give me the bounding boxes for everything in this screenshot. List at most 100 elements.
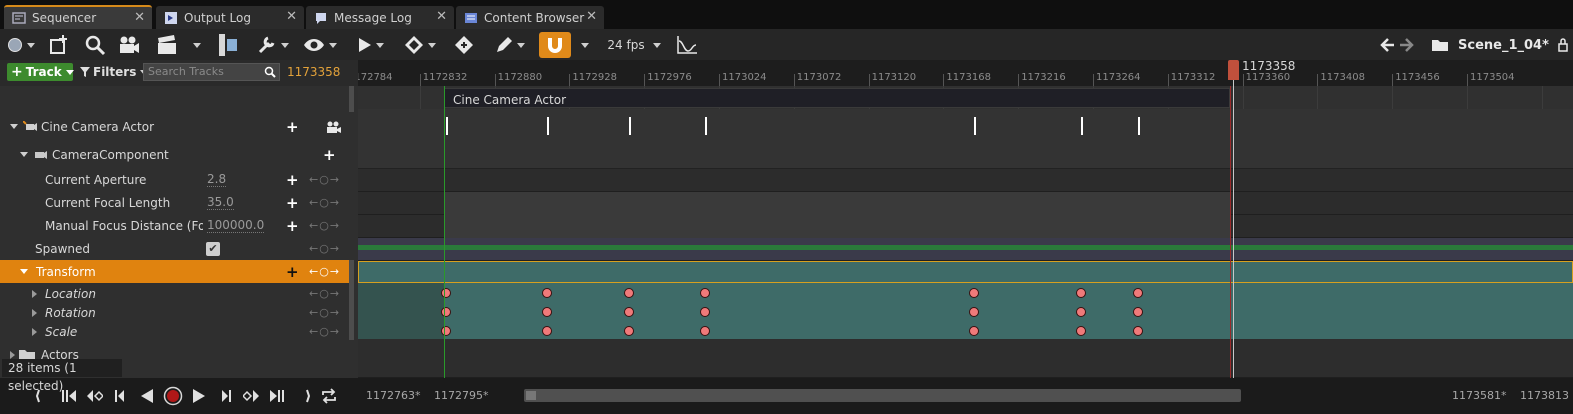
- render-movie-button[interactable]: [152, 32, 204, 58]
- browse-sequence-button[interactable]: [1430, 32, 1450, 58]
- sequence-breadcrumb[interactable]: Scene_1_04*: [1458, 32, 1549, 58]
- loop-button[interactable]: [316, 385, 342, 407]
- key-options-button[interactable]: [402, 32, 438, 58]
- tab-content-browser[interactable]: Content Browser ✕: [456, 6, 604, 29]
- camera-keyframe[interactable]: [547, 117, 549, 135]
- add-key-plus-icon[interactable]: +: [286, 194, 299, 212]
- save-button[interactable]: [46, 32, 72, 58]
- close-icon[interactable]: ✕: [586, 9, 597, 24]
- scrollbar-thumb[interactable]: [526, 391, 536, 400]
- timeline-scrollbar[interactable]: [524, 389, 1241, 402]
- spawned-bar[interactable]: [358, 245, 1573, 250]
- transform-keyframe[interactable]: [1133, 307, 1143, 317]
- play-button[interactable]: [186, 385, 212, 407]
- jump-to-end-button[interactable]: [290, 385, 316, 407]
- forward-button[interactable]: [1398, 32, 1416, 58]
- transform-keyframe[interactable]: [624, 326, 634, 336]
- transform-keyframe[interactable]: [1133, 326, 1143, 336]
- world-button[interactable]: [6, 32, 36, 58]
- camera-keyframe[interactable]: [1138, 117, 1140, 135]
- transform-keyframe[interactable]: [1076, 307, 1086, 317]
- find-in-browser-button[interactable]: [82, 32, 108, 58]
- close-icon[interactable]: ✕: [134, 10, 145, 25]
- transform-keyframe[interactable]: [969, 326, 979, 336]
- transform-section[interactable]: [358, 283, 1573, 339]
- track-camera-component[interactable]: CameraComponent +: [0, 143, 350, 166]
- curve-editor-button[interactable]: [674, 32, 700, 58]
- playback-start[interactable]: 1172795*: [434, 389, 489, 402]
- playhead-handle[interactable]: [1228, 60, 1239, 80]
- auto-key-button[interactable]: [452, 32, 476, 58]
- camera-keyframe[interactable]: [446, 117, 448, 135]
- camera-actor-section[interactable]: Cine Camera Actor: [444, 88, 1230, 108]
- focus-section[interactable]: [444, 215, 1230, 238]
- key-nav-icon[interactable]: ←○→: [309, 287, 340, 300]
- tab-output-log[interactable]: Output Log ✕: [156, 6, 304, 29]
- search-input[interactable]: Search Tracks: [143, 63, 280, 81]
- aperture-value[interactable]: 2.8: [207, 172, 227, 187]
- transform-keyframe[interactable]: [1076, 288, 1086, 298]
- camera-icon[interactable]: [326, 120, 342, 134]
- key-nav-icon[interactable]: ←○→: [309, 219, 340, 232]
- add-track-button[interactable]: + Track: [7, 63, 74, 81]
- track-scale[interactable]: Scale ←○→: [0, 320, 350, 343]
- add-track-plus-icon[interactable]: +: [286, 118, 299, 136]
- view-start[interactable]: 1172763*: [366, 389, 421, 402]
- track-current-aperture[interactable]: Current Aperture 2.8 + ←○→: [0, 168, 350, 191]
- next-key-button[interactable]: [238, 385, 264, 407]
- key-nav-icon[interactable]: ←○→: [309, 242, 340, 255]
- tab-message-log[interactable]: Message Log ✕: [306, 6, 454, 29]
- transform-keyframe[interactable]: [441, 288, 451, 298]
- time-ruler[interactable]: 1172784 1172832 1172880 1172928 1172976 11730…: [358, 60, 1573, 86]
- key-nav-icon[interactable]: ←○→: [309, 306, 340, 319]
- transform-keyframe[interactable]: [700, 307, 710, 317]
- prev-key-button[interactable]: [82, 385, 108, 407]
- transform-keyframe[interactable]: [700, 288, 710, 298]
- transform-keyframe[interactable]: [969, 307, 979, 317]
- outliner-scrollbar[interactable]: [349, 86, 354, 112]
- add-key-plus-icon[interactable]: +: [286, 171, 299, 189]
- key-nav-icon[interactable]: ←○→: [309, 196, 340, 209]
- track-current-focal-length[interactable]: Current Focal Length 35.0 + ←○→: [0, 191, 350, 214]
- playback-options-button[interactable]: [356, 32, 386, 58]
- tab-sequencer[interactable]: Sequencer ✕: [4, 5, 152, 29]
- transform-keyframe[interactable]: [969, 288, 979, 298]
- prev-frame-button[interactable]: [108, 385, 134, 407]
- track-transform[interactable]: Transform + ←○→: [0, 260, 350, 283]
- transform-keyframe[interactable]: [624, 307, 634, 317]
- focal-length-value[interactable]: 35.0: [207, 195, 234, 210]
- lock-button[interactable]: [1556, 32, 1570, 58]
- focal-section[interactable]: [444, 192, 1230, 215]
- spawned-checkbox[interactable]: ✔: [206, 242, 220, 256]
- close-icon[interactable]: ✕: [286, 9, 297, 24]
- tools-button[interactable]: [256, 32, 290, 58]
- transform-keyframe[interactable]: [542, 288, 552, 298]
- next-frame-button[interactable]: [212, 385, 238, 407]
- key-nav-icon[interactable]: ←○→: [309, 265, 340, 278]
- fps-select[interactable]: 24 fps: [606, 32, 662, 58]
- track-spawned[interactable]: Spawned ✔ ←○→: [0, 237, 350, 260]
- add-key-plus-icon[interactable]: +: [286, 217, 299, 235]
- add-track-plus-icon[interactable]: +: [323, 146, 336, 164]
- focus-distance-value[interactable]: 100000.0: [207, 218, 265, 233]
- playback-start-marker[interactable]: [444, 86, 445, 378]
- transform-keyframe[interactable]: [542, 307, 552, 317]
- add-key-plus-icon[interactable]: +: [286, 263, 299, 281]
- play-reverse-button[interactable]: [134, 385, 160, 407]
- edit-mode-button[interactable]: [492, 32, 528, 58]
- filters-button[interactable]: Filters: [80, 63, 149, 81]
- step-forward-button[interactable]: [264, 385, 290, 407]
- snap-options-button[interactable]: [575, 32, 591, 58]
- transform-keyframe[interactable]: [700, 326, 710, 336]
- camera-keyframe[interactable]: [629, 117, 631, 135]
- transform-keyframe[interactable]: [1076, 326, 1086, 336]
- create-camera-button[interactable]: [116, 32, 142, 58]
- camera-keyframe[interactable]: [974, 117, 976, 135]
- playback-end[interactable]: 1173581*: [1452, 389, 1507, 402]
- transform-keyframe[interactable]: [1133, 288, 1143, 298]
- snap-toggle[interactable]: [539, 32, 571, 58]
- transform-header-section[interactable]: [358, 261, 1573, 283]
- view-options-button[interactable]: [302, 32, 338, 58]
- transform-keyframe[interactable]: [441, 326, 451, 336]
- track-cine-camera-actor[interactable]: Cine Camera Actor +: [0, 115, 350, 138]
